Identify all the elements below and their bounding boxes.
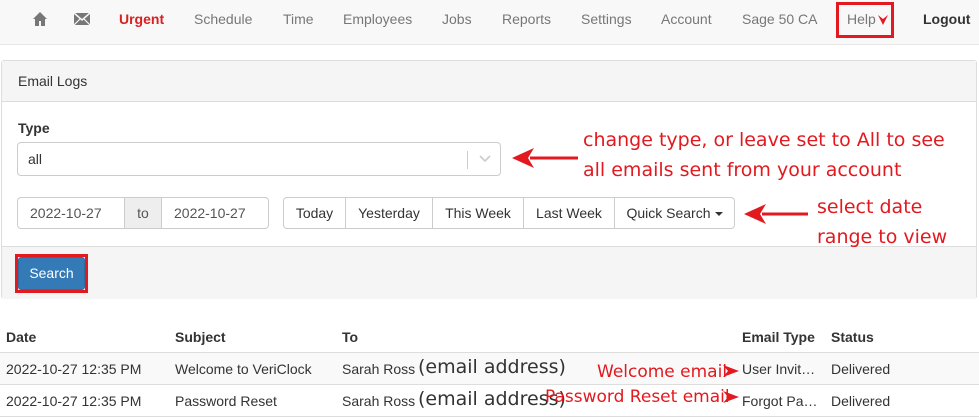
col-date[interactable]: Date <box>6 329 36 345</box>
type-select-value: all <box>28 151 43 167</box>
nav-account[interactable]: Account <box>661 0 712 38</box>
nav-time[interactable]: Time <box>283 0 314 38</box>
annotation-type-line2: all emails sent from your account <box>583 159 902 181</box>
annotation-range: select date range to view <box>817 192 947 252</box>
arrow-right-icon <box>723 391 739 403</box>
arrow-left-icon <box>744 204 808 224</box>
search-highlight-box <box>15 254 88 293</box>
last-week-button[interactable]: Last Week <box>523 197 615 229</box>
col-email-type[interactable]: Email Type <box>742 329 815 345</box>
annotation-reset: Password Reset email <box>545 387 730 407</box>
type-select-separator <box>467 151 468 169</box>
mail-icon[interactable] <box>74 12 90 26</box>
help-highlight-box <box>836 2 894 38</box>
nav-logout[interactable]: Logout <box>923 0 970 38</box>
table-row[interactable]: 2022-10-27 12:35 PM Password Reset Sarah… <box>0 385 979 417</box>
panel-heading: Email Logs <box>2 61 976 102</box>
annotation-type: change type, or leave set to All to see … <box>583 125 945 185</box>
cell-email-type: User Invit… <box>742 361 816 377</box>
annotation-range-line2: range to view <box>817 226 948 248</box>
cell-email-address: (email address) <box>418 388 566 410</box>
nav-schedule[interactable]: Schedule <box>194 0 252 38</box>
top-navbar: Urgent Schedule Time Employees Jobs Repo… <box>0 0 979 45</box>
col-subject[interactable]: Subject <box>175 329 226 345</box>
quick-search-button[interactable]: Quick Search <box>614 197 735 229</box>
table-header: Date Subject To Email Type Status <box>0 322 979 354</box>
panel-title: Email Logs <box>18 73 88 89</box>
arrow-right-icon <box>723 365 739 377</box>
date-separator: to <box>124 197 162 229</box>
annotation-range-line1: select date <box>817 196 923 218</box>
cell-subject: Welcome to VeriClock <box>175 361 312 377</box>
cell-to: Sarah Ross <box>342 361 416 377</box>
today-button[interactable]: Today <box>283 197 346 229</box>
quick-search-label: Quick Search <box>626 205 711 221</box>
cell-email-address: (email address) <box>418 356 566 378</box>
cell-status: Delivered <box>831 393 891 409</box>
nav-employees[interactable]: Employees <box>343 0 412 38</box>
nav-reports[interactable]: Reports <box>502 0 551 38</box>
cell-to: Sarah Ross <box>342 393 416 409</box>
yesterday-button[interactable]: Yesterday <box>345 197 433 229</box>
caret-down-icon <box>714 212 723 217</box>
type-label: Type <box>18 120 50 136</box>
annotation-type-line1: change type, or leave set to All to see <box>583 129 945 151</box>
table-row[interactable]: 2022-10-27 12:35 PM Welcome to VeriClock… <box>0 353 979 385</box>
home-icon[interactable] <box>32 11 48 27</box>
cell-email-type: Forgot Pa… <box>742 393 818 409</box>
cell-date: 2022-10-27 12:35 PM <box>6 393 142 409</box>
cell-subject: Password Reset <box>175 393 277 409</box>
panel-footer <box>2 246 976 299</box>
this-week-button[interactable]: This Week <box>432 197 524 229</box>
annotation-welcome: Welcome email <box>597 362 728 382</box>
col-status[interactable]: Status <box>831 329 874 345</box>
nav-urgent[interactable]: Urgent <box>119 0 164 38</box>
cell-date: 2022-10-27 12:35 PM <box>6 361 142 377</box>
chevron-down-icon <box>479 155 491 163</box>
type-select[interactable]: all <box>17 142 501 176</box>
date-to-input[interactable]: 2022-10-27 <box>161 197 269 229</box>
col-to[interactable]: To <box>342 329 358 345</box>
date-from-input[interactable]: 2022-10-27 <box>17 197 125 229</box>
arrow-left-icon <box>512 148 578 168</box>
cell-status: Delivered <box>831 361 891 377</box>
nav-jobs[interactable]: Jobs <box>442 0 472 38</box>
nav-settings[interactable]: Settings <box>581 0 632 38</box>
nav-sage[interactable]: Sage 50 CA <box>742 0 818 38</box>
